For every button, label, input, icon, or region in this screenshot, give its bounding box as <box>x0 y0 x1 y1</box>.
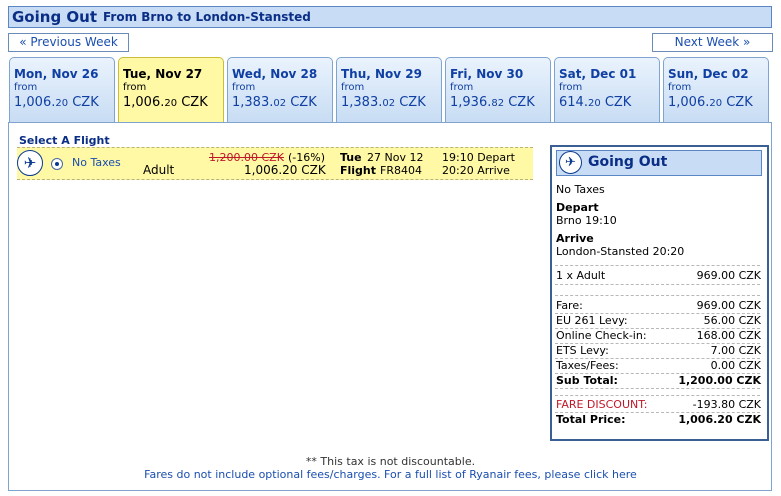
fare-discount-value: -193.80 CZK <box>692 398 761 411</box>
eu261-value: 56.00 CZK <box>703 314 761 327</box>
flight-label: Flight <box>340 164 377 177</box>
divider <box>555 388 760 389</box>
day-tab-wed-nov-28[interactable]: Wed, Nov 28 from 1,383.02 CZK <box>227 57 333 123</box>
fare-type-label: No Taxes <box>72 156 121 169</box>
day-tab-price: 1,006.20 CZK <box>123 95 208 110</box>
online-checkin-value: 168.00 CZK <box>696 329 761 342</box>
total-price-label: Total Price: <box>556 413 626 426</box>
route-title: From Brno to London-Stansted <box>103 10 311 24</box>
select-flight-heading: Select A Flight <box>19 134 110 147</box>
flight-number: FR8404 <box>380 164 422 177</box>
day-tab-tue-nov-27[interactable]: Tue, Nov 27 from 1,006.20 CZK <box>118 57 224 123</box>
day-tab-from: from <box>341 82 365 93</box>
day-tab-price: 1,006.20 CZK <box>14 95 99 110</box>
tax-note: ** This tax is not discountable. <box>305 455 476 468</box>
passenger-type: Adult <box>143 163 175 177</box>
day-tab-price: 1,383.02 CZK <box>341 95 426 110</box>
summary-fare-type: No Taxes <box>556 183 605 196</box>
airplane-icon: ✈ <box>17 150 43 176</box>
fare-discount-label: FARE DISCOUNT: <box>556 398 648 411</box>
depart-time: 19:10 Depart <box>442 151 515 164</box>
next-week-button[interactable]: Next Week » <box>652 33 773 52</box>
summary-header: ✈ Going Out <box>556 150 762 176</box>
fare-label: Fare: <box>556 299 583 312</box>
depart-value: Brno 19:10 <box>556 214 617 227</box>
flight-option-row[interactable]: ✈ No Taxes Adult 1,200.00 CZK (-16%) 1,0… <box>17 147 533 180</box>
day-tab-mon-nov-26[interactable]: Mon, Nov 26 from 1,006.20 CZK <box>9 57 115 123</box>
flight-date: 27 Nov 12 <box>367 151 424 164</box>
day-tab-date: Tue, Nov 27 <box>123 67 203 81</box>
booking-summary: ✈ Going Out No Taxes Depart Brno 19:10 A… <box>550 145 769 441</box>
day-tab-date: Fri, Nov 30 <box>450 67 524 81</box>
day-tab-sun-dec-02[interactable]: Sun, Dec 02 from 1,006.20 CZK <box>663 57 769 123</box>
summary-title: Going Out <box>588 154 668 170</box>
total-price-value: 1,006.20 CZK <box>678 413 761 426</box>
subtotal-value: 1,200.00 CZK <box>678 374 761 387</box>
day-tab-price: 1,383.02 CZK <box>232 95 317 110</box>
passenger-count: 1 x Adult <box>556 269 606 282</box>
previous-week-button[interactable]: « Previous Week <box>8 33 129 52</box>
day-tab-price: 614.20 CZK <box>559 95 632 110</box>
day-tab-from: from <box>232 82 256 93</box>
day-tab-sat-dec-01[interactable]: Sat, Dec 01 from 614.20 CZK <box>554 57 660 123</box>
airplane-icon: ✈ <box>559 151 582 174</box>
arrive-label: Arrive <box>556 232 594 245</box>
divider <box>555 395 760 396</box>
day-tab-from: from <box>450 82 474 93</box>
day-tab-fri-nov-30[interactable]: Fri, Nov 30 from 1,936.82 CZK <box>445 57 551 123</box>
day-tab-from: from <box>14 82 38 93</box>
ets-levy-value: 7.00 CZK <box>710 344 761 357</box>
day-tab-from: from <box>668 82 692 93</box>
fees-link[interactable]: Fares do not include optional fees/charg… <box>0 468 781 481</box>
eu261-label: EU 261 Levy: <box>556 314 628 327</box>
subtotal-label: Sub Total: <box>556 374 618 387</box>
depart-label: Depart <box>556 201 599 214</box>
arrive-value: London-Stansted 20:20 <box>556 245 685 258</box>
flight-day: Tue <box>340 151 362 164</box>
section-title: Going Out <box>12 8 97 26</box>
divider <box>555 265 760 266</box>
online-checkin-label: Online Check-in: <box>556 329 647 342</box>
passenger-price: 969.00 CZK <box>696 269 761 282</box>
fare-radio-button[interactable] <box>51 158 63 170</box>
flight-price: 1,006.20 CZK <box>244 163 326 177</box>
ets-levy-label: ETS Levy: <box>556 344 609 357</box>
day-tab-price: 1,006.20 CZK <box>668 95 753 110</box>
section-header: Going Out From Brno to London-Stansted <box>8 6 772 28</box>
day-tab-thu-nov-29[interactable]: Thu, Nov 29 from 1,383.02 CZK <box>336 57 442 123</box>
day-tab-date: Mon, Nov 26 <box>14 67 99 81</box>
fare-value: 969.00 CZK <box>696 299 761 312</box>
day-tab-date: Sun, Dec 02 <box>668 67 749 81</box>
day-tab-date: Wed, Nov 28 <box>232 67 318 81</box>
divider <box>555 295 760 296</box>
day-tab-date: Sat, Dec 01 <box>559 67 637 81</box>
day-tab-price: 1,936.82 CZK <box>450 95 535 110</box>
day-tab-from: from <box>123 82 147 93</box>
taxes-fees-value: 0.00 CZK <box>710 359 761 372</box>
divider <box>555 284 760 285</box>
day-tab-date: Thu, Nov 29 <box>341 67 422 81</box>
day-tab-from: from <box>559 82 583 93</box>
taxes-fees-label: Taxes/Fees: <box>556 359 619 372</box>
arrive-time: 20:20 Arrive <box>442 164 510 177</box>
